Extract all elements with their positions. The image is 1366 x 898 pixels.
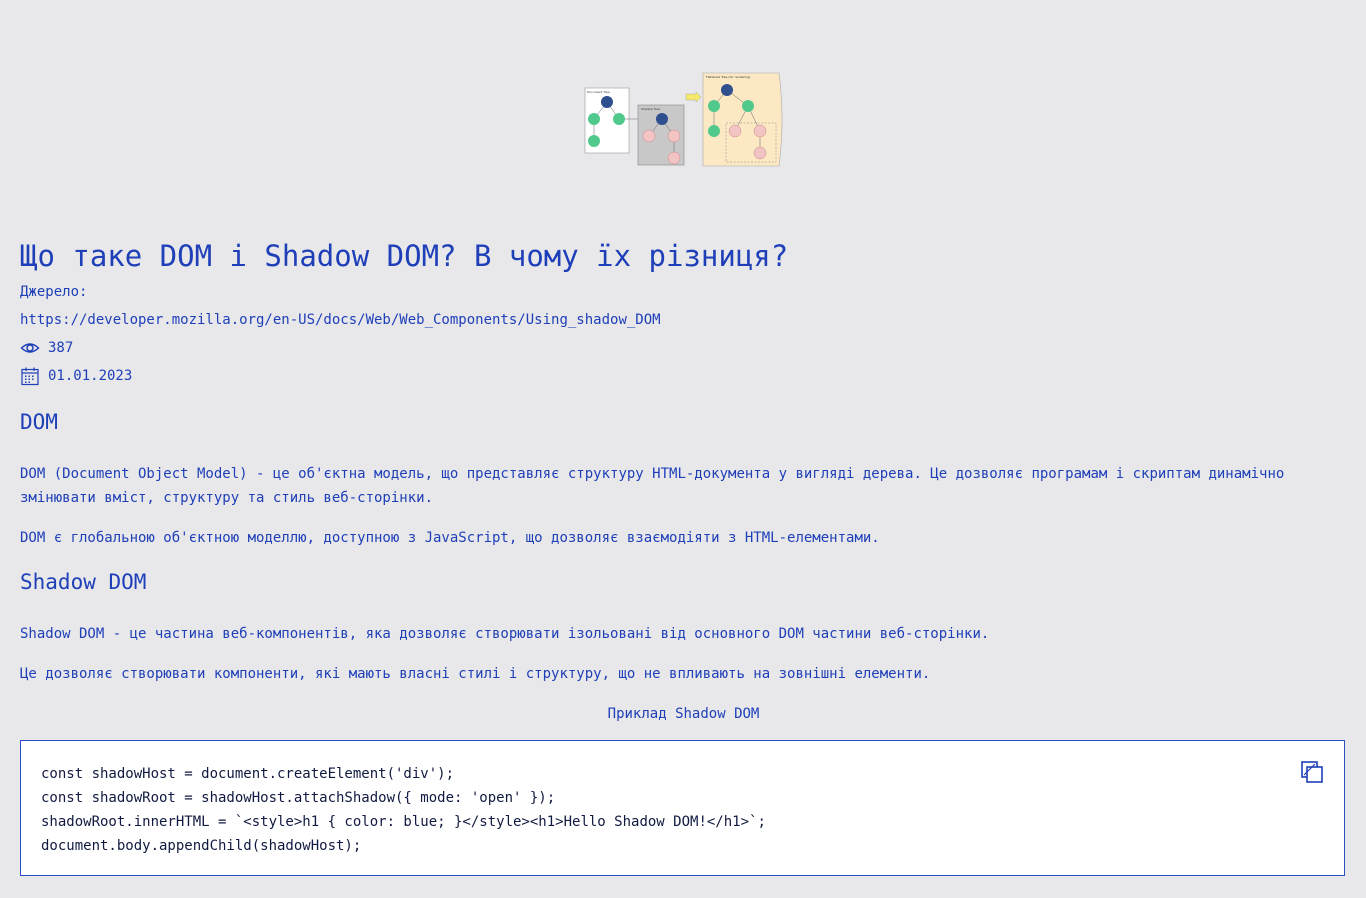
code-block[interactable]: const shadowHost = document.createElemen… <box>20 740 1345 876</box>
code-line: document.body.appendChild(shadowHost); <box>41 838 362 854</box>
hero-image: Document Tree Shadow Tree Flattened Tree… <box>584 72 783 167</box>
section-heading-shadow-dom: Shadow DOM <box>20 570 147 594</box>
shadow-dom-paragraph-1: Shadow DOM - це частина веб-компонентів,… <box>20 626 990 642</box>
copy-icon[interactable] <box>1300 760 1324 784</box>
article: Що таке DOM і Shadow DOM? В чому їх різн… <box>20 236 1347 726</box>
article-meta: Джерело: https://developer.mozilla.org/e… <box>20 278 1347 390</box>
dom-paragraph-2: DOM є глобальною об'єктною моделлю, дост… <box>20 530 880 546</box>
publish-date: 01.01.2023 <box>48 368 133 384</box>
views-count: 387 <box>48 340 74 356</box>
code-line: shadowRoot.innerHTML = `<style>h1 { colo… <box>41 814 766 830</box>
example-caption: Приклад Shadow DOM <box>607 706 760 722</box>
dom-paragraph-1: DOM (Document Object Model) - це об'єктн… <box>20 466 1285 506</box>
views-row: 387 <box>20 334 1347 362</box>
source-label: Джерело: <box>20 284 88 300</box>
calendar-icon <box>21 367 39 386</box>
code-line: const shadowHost = document.createElemen… <box>41 766 455 782</box>
hero-label-document-tree: Document Tree <box>587 90 610 94</box>
shadow-dom-paragraph-2: Це дозволяє створювати компоненти, які м… <box>20 666 931 682</box>
code-line: const shadowRoot = shadowHost.attachShad… <box>41 790 556 806</box>
date-row: 01.01.2023 <box>20 362 1347 390</box>
source-link[interactable]: https://developer.mozilla.org/en-US/docs… <box>20 306 661 334</box>
section-heading-dom: DOM <box>20 410 58 434</box>
source-row: Джерело: <box>20 278 1347 306</box>
source-url-row: https://developer.mozilla.org/en-US/docs… <box>20 306 1347 334</box>
hero-label-shadow-tree: Shadow Tree <box>641 107 660 111</box>
eye-icon <box>20 343 40 353</box>
page: Document Tree Shadow Tree Flattened Tree… <box>0 0 1366 898</box>
hero-label-flattened-tree: Flattened Tree (for rendering) <box>706 75 750 79</box>
code-text: const shadowHost = document.createElemen… <box>41 762 766 858</box>
article-title: Що таке DOM і Shadow DOM? В чому їх різн… <box>20 239 789 273</box>
